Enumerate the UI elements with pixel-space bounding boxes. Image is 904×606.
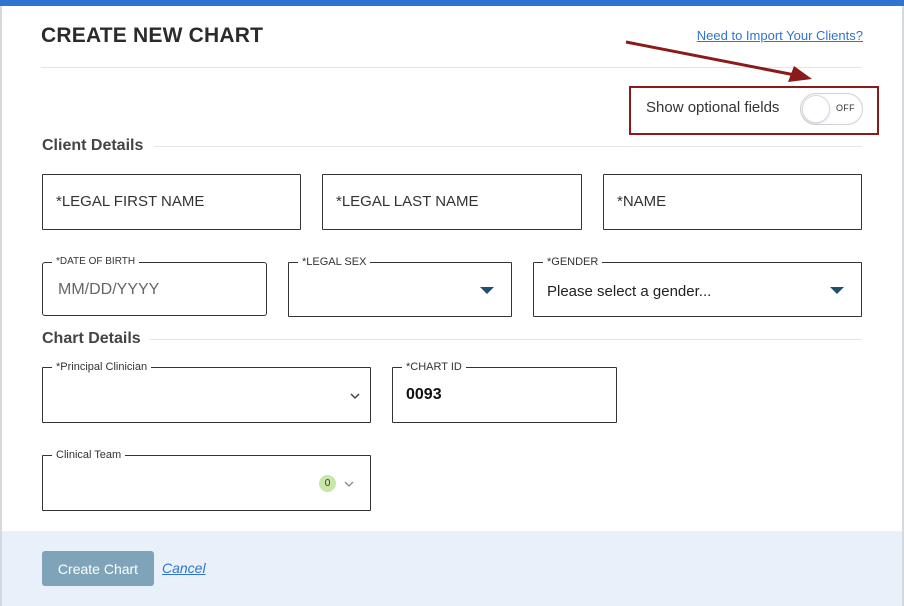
name-field[interactable]: *NAME xyxy=(603,174,862,230)
legal-sex-select[interactable]: *LEGAL SEX xyxy=(288,255,512,317)
date-of-birth-field[interactable]: *DATE OF BIRTH MM/DD/YYYY xyxy=(42,255,267,316)
chart-id-value: 0093 xyxy=(406,386,442,403)
chart-details-divider xyxy=(150,339,862,340)
clinical-team-label: Clinical Team xyxy=(52,448,126,462)
client-details-divider xyxy=(154,146,862,147)
legal-first-name-field[interactable]: *LEGAL FIRST NAME xyxy=(42,174,301,230)
principal-clinician-label: *Principal Clinician xyxy=(52,360,152,374)
optional-fields-toggle[interactable]: OFF xyxy=(800,93,863,125)
caret-down-icon xyxy=(480,287,494,294)
chevron-down-icon xyxy=(350,393,360,400)
gender-select[interactable]: *GENDER Please select a gender... xyxy=(533,255,862,317)
client-details-heading: Client Details xyxy=(42,137,144,154)
toggle-knob xyxy=(802,95,830,123)
caret-down-icon xyxy=(830,287,844,294)
date-of-birth-placeholder: MM/DD/YYYY xyxy=(58,281,160,298)
frame-border-left xyxy=(0,6,2,606)
legal-last-name-field[interactable]: *LEGAL LAST NAME xyxy=(322,174,582,230)
date-of-birth-label: *DATE OF BIRTH xyxy=(52,255,140,269)
legal-first-name-placeholder: *LEGAL FIRST NAME xyxy=(56,193,205,210)
chart-id-label: *CHART ID xyxy=(402,360,466,374)
chart-details-heading: Chart Details xyxy=(42,330,141,347)
cancel-link[interactable]: Cancel xyxy=(162,560,206,576)
gender-label: *GENDER xyxy=(543,255,603,269)
name-placeholder: *NAME xyxy=(617,193,667,210)
toggle-state-label: OFF xyxy=(836,103,855,113)
chevron-down-icon xyxy=(344,481,354,487)
create-chart-button[interactable]: Create Chart xyxy=(42,551,154,586)
arrow-annotation-icon xyxy=(625,40,812,82)
chart-id-field[interactable]: *CHART ID 0093 xyxy=(392,360,617,423)
clinical-team-select[interactable]: Clinical Team 0 xyxy=(42,448,371,511)
page-title: CREATE NEW CHART xyxy=(41,24,264,47)
legal-sex-label: *LEGAL SEX xyxy=(298,255,371,269)
gender-value: Please select a gender... xyxy=(547,283,712,300)
optional-fields-label: Show optional fields xyxy=(646,99,780,116)
principal-clinician-select[interactable]: *Principal Clinician xyxy=(42,360,371,423)
top-accent-bar xyxy=(0,0,904,6)
legal-last-name-placeholder: *LEGAL LAST NAME xyxy=(336,193,479,210)
clinical-team-count-badge: 0 xyxy=(319,475,336,492)
